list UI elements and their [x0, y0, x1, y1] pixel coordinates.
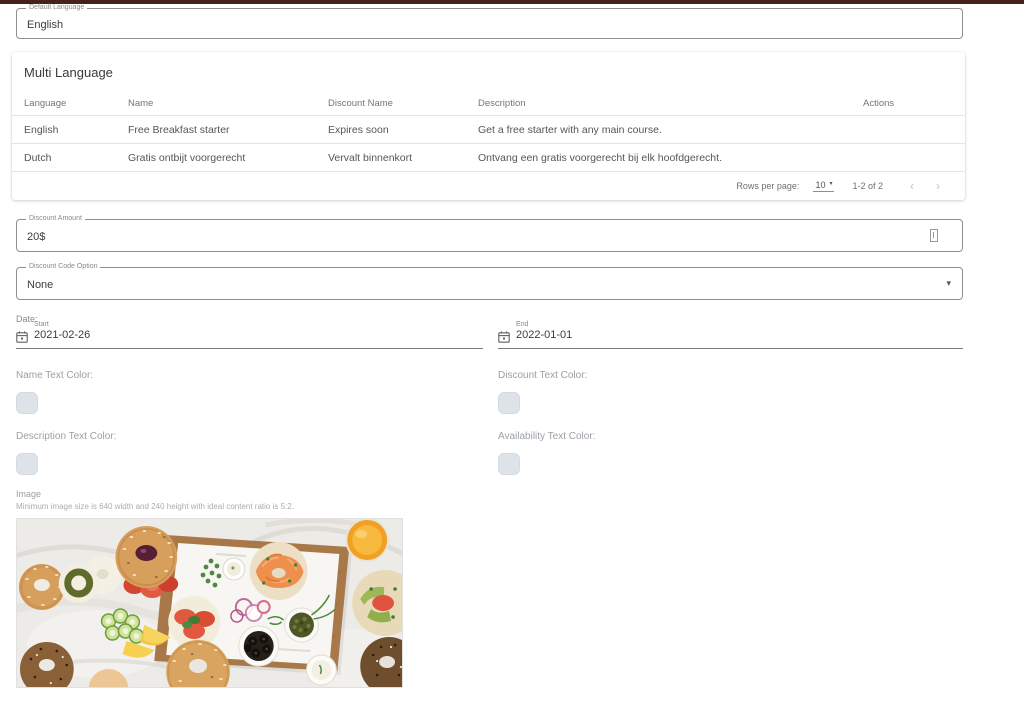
- default-language-field: Default Language: [16, 8, 963, 39]
- name-color-swatch[interactable]: [16, 392, 38, 414]
- start-date-field: Start: [16, 322, 483, 349]
- top-accent-bar: [0, 0, 1024, 4]
- discount-text-color-label: Discount Text Color:: [498, 370, 587, 381]
- end-date-field: End: [498, 322, 963, 349]
- cell-description: Ontvang een gratis voorgerecht bij elk h…: [478, 152, 863, 164]
- cell-language: English: [12, 124, 128, 136]
- promotion-edit-page: Default Language Multi Language Language…: [0, 0, 1024, 721]
- cell-language: Dutch: [12, 152, 128, 164]
- table-pagination: Rows per page: 10 ▾ 1-2 of 2 ‹ ›: [736, 172, 951, 200]
- discount-code-select[interactable]: [17, 268, 962, 299]
- cell-discount-name: Expires soon: [328, 124, 478, 136]
- column-header-language: Language: [12, 98, 128, 109]
- end-date-input[interactable]: [516, 329, 636, 341]
- table-row: Dutch Gratis ontbijt voorgerecht Vervalt…: [12, 144, 965, 172]
- cell-name: Free Breakfast starter: [128, 124, 328, 136]
- discount-amount-input[interactable]: [17, 220, 962, 251]
- discount-amount-field: Discount Amount: [16, 219, 963, 252]
- promo-image-preview: [16, 518, 403, 688]
- caret-down-icon[interactable]: ▾: [946, 277, 951, 290]
- discount-code-option-field: Discount Code Option ▾: [16, 267, 963, 300]
- availability-color-swatch[interactable]: [498, 453, 520, 475]
- column-header-discount-name: Discount Name: [328, 98, 478, 109]
- cell-discount-name: Vervalt binnenkort: [328, 152, 478, 164]
- column-header-actions: Actions: [863, 98, 965, 109]
- rows-per-page-value: 10: [815, 180, 825, 190]
- promo-food-image: [17, 519, 402, 687]
- column-header-description: Description: [478, 98, 863, 109]
- table-header-row: Language Name Discount Name Description …: [12, 92, 965, 116]
- default-language-input[interactable]: [17, 9, 962, 38]
- cell-description: Get a free starter with any main course.: [478, 124, 863, 136]
- end-date-label: End: [516, 321, 528, 328]
- prev-page-button[interactable]: ‹: [899, 180, 925, 192]
- multi-language-card: Multi Language Language Name Discount Na…: [12, 52, 965, 200]
- description-text-color-label: Description Text Color:: [16, 431, 116, 442]
- pagination-range: 1-2 of 2: [852, 181, 883, 191]
- rows-per-page-select[interactable]: 10 ▾: [813, 180, 834, 192]
- rows-per-page-label: Rows per page:: [736, 181, 799, 191]
- availability-text-color-label: Availability Text Color:: [498, 431, 595, 442]
- image-helper-text: Minimum image size is 640 width and 240 …: [16, 502, 294, 511]
- column-header-name: Name: [128, 98, 328, 109]
- cell-name: Gratis ontbijt voorgerecht: [128, 152, 328, 164]
- discount-color-swatch[interactable]: [498, 392, 520, 414]
- image-section-label: Image: [16, 489, 41, 499]
- calendar-icon[interactable]: [498, 331, 510, 343]
- name-text-color-label: Name Text Color:: [16, 370, 93, 381]
- start-date-input[interactable]: [34, 329, 154, 341]
- caret-down-icon: ▾: [829, 180, 832, 190]
- calendar-icon[interactable]: [16, 331, 28, 343]
- description-color-swatch[interactable]: [16, 453, 38, 475]
- start-date-label: Start: [34, 321, 49, 328]
- next-page-button[interactable]: ›: [925, 180, 951, 192]
- card-title: Multi Language: [24, 65, 113, 80]
- table-row: English Free Breakfast starter Expires s…: [12, 116, 965, 144]
- box-glyph-icon: [930, 229, 938, 242]
